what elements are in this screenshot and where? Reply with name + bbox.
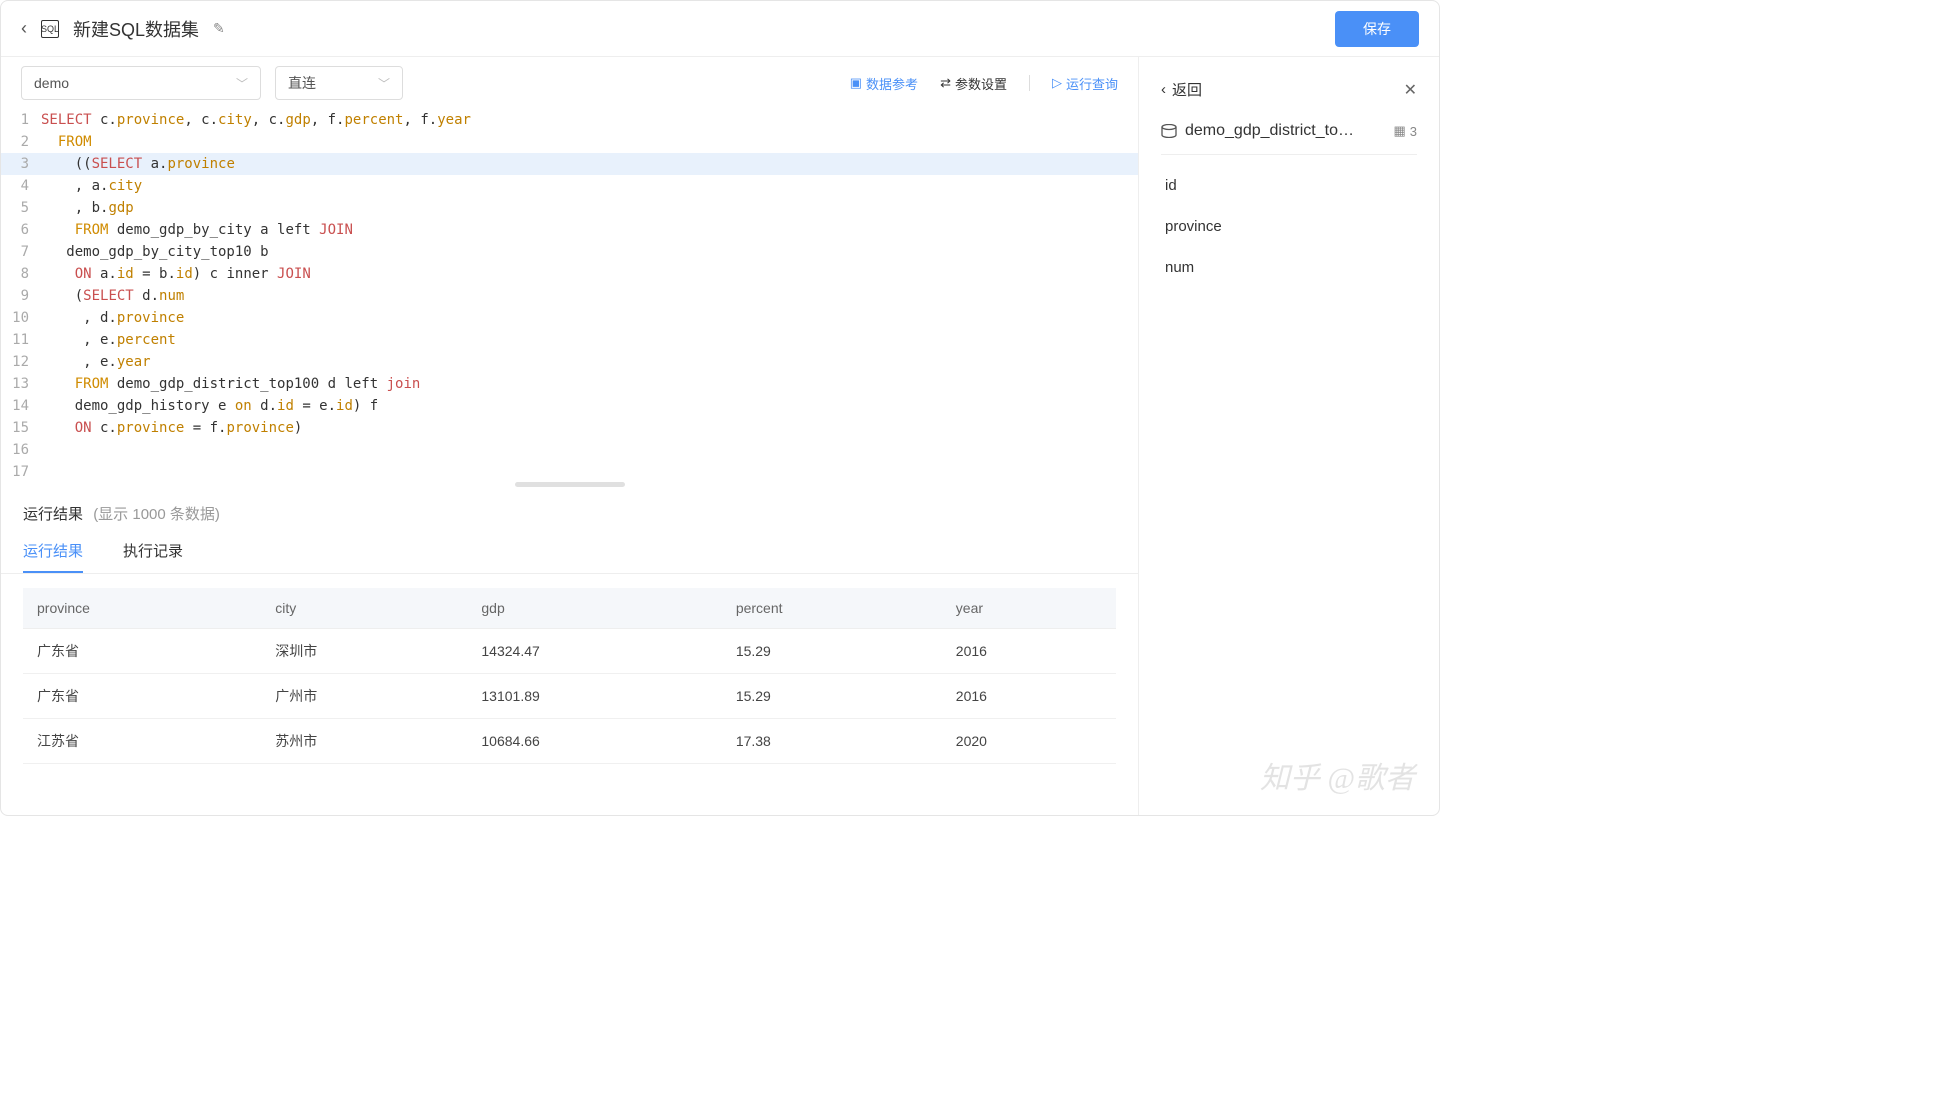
field-item[interactable]: num bbox=[1161, 247, 1417, 288]
mode-select[interactable]: 直连 ﹀ bbox=[275, 66, 403, 100]
tab-1[interactable]: 执行记录 bbox=[123, 540, 183, 573]
column-header[interactable]: city bbox=[261, 588, 467, 629]
side-table-name: demo_gdp_district_to… bbox=[1185, 122, 1354, 140]
param-settings-link[interactable]: ⇄ 参数设置 bbox=[940, 74, 1007, 93]
chevron-left-icon: ‹ bbox=[1161, 81, 1166, 98]
result-tabs: 运行结果 执行记录 bbox=[1, 530, 1138, 574]
editor-line[interactable]: 8 ON a.id = b.id) c inner JOIN bbox=[1, 263, 1138, 285]
editor-line[interactable]: 5 , b.gdp bbox=[1, 197, 1138, 219]
editor-line[interactable]: 16 bbox=[1, 439, 1138, 461]
save-button[interactable]: 保存 bbox=[1335, 11, 1419, 47]
table-row[interactable]: 广东省深圳市14324.4715.292016 bbox=[23, 629, 1116, 674]
run-query-button[interactable]: ▷ 运行查询 bbox=[1052, 74, 1118, 93]
column-header[interactable]: province bbox=[23, 588, 261, 629]
mode-value: 直连 bbox=[288, 73, 316, 93]
column-header[interactable]: year bbox=[942, 588, 1116, 629]
editor-line[interactable]: 11 , e.percent bbox=[1, 329, 1138, 351]
header: ‹ SQL 新建SQL数据集 ✎ 保存 bbox=[1, 1, 1439, 57]
side-panel: ‹ 返回 ✕ demo_gdp_district_to… ▦ 3 idprovi… bbox=[1139, 57, 1439, 815]
toolbar: demo ﹀ 直连 ﹀ ▣ 数据参考 ⇄ 参数设置 bbox=[1, 57, 1138, 109]
resize-handle[interactable] bbox=[1, 479, 1138, 489]
sliders-icon: ⇄ bbox=[940, 75, 951, 91]
editor-line[interactable]: 12 , e.year bbox=[1, 351, 1138, 373]
results-title: 运行结果 bbox=[23, 506, 83, 523]
column-header[interactable]: gdp bbox=[467, 588, 721, 629]
editor-line[interactable]: 10 , d.province bbox=[1, 307, 1138, 329]
editor-line[interactable]: 13 FROM demo_gdp_district_top100 d left … bbox=[1, 373, 1138, 395]
close-icon[interactable]: ✕ bbox=[1404, 80, 1417, 100]
datasource-value: demo bbox=[34, 75, 69, 91]
editor-line[interactable]: 17 bbox=[1, 461, 1138, 479]
results-header: 运行结果 (显示 1000 条数据) bbox=[1, 489, 1138, 530]
editor-line[interactable]: 7 demo_gdp_by_city_top10 b bbox=[1, 241, 1138, 263]
results-subtitle: (显示 1000 条数据) bbox=[93, 506, 220, 523]
side-back-button[interactable]: ‹ 返回 bbox=[1161, 79, 1202, 100]
database-icon bbox=[1161, 124, 1177, 138]
editor-line[interactable]: 15 ON c.province = f.province) bbox=[1, 417, 1138, 439]
grid-icon: ▦ bbox=[1393, 123, 1405, 139]
editor-line[interactable]: 14 demo_gdp_history e on d.id = e.id) f bbox=[1, 395, 1138, 417]
results-table: provincecitygdppercentyear 广东省深圳市14324.4… bbox=[23, 588, 1116, 764]
editor-line[interactable]: 6 FROM demo_gdp_by_city a left JOIN bbox=[1, 219, 1138, 241]
play-icon: ▷ bbox=[1052, 75, 1062, 91]
book-icon: ▣ bbox=[850, 75, 862, 91]
editor-line[interactable]: 4 , a.city bbox=[1, 175, 1138, 197]
back-icon[interactable]: ‹ bbox=[21, 18, 27, 39]
sql-editor[interactable]: 1SELECT c.province, c.city, c.gdp, f.per… bbox=[1, 109, 1138, 479]
page-title: 新建SQL数据集 bbox=[73, 16, 199, 42]
divider bbox=[1029, 75, 1030, 91]
data-reference-link[interactable]: ▣ 数据参考 bbox=[850, 74, 918, 93]
field-item[interactable]: id bbox=[1161, 165, 1417, 206]
editor-line[interactable]: 2 FROM bbox=[1, 131, 1138, 153]
field-count-badge: ▦ 3 bbox=[1393, 123, 1417, 139]
editor-line[interactable]: 1SELECT c.province, c.city, c.gdp, f.per… bbox=[1, 109, 1138, 131]
editor-line[interactable]: 9 (SELECT d.num bbox=[1, 285, 1138, 307]
edit-icon[interactable]: ✎ bbox=[213, 20, 225, 37]
tab-0[interactable]: 运行结果 bbox=[23, 540, 83, 573]
datasource-select[interactable]: demo ﹀ bbox=[21, 66, 261, 100]
table-row[interactable]: 广东省广州市13101.8915.292016 bbox=[23, 674, 1116, 719]
chevron-down-icon: ﹀ bbox=[378, 75, 390, 92]
sql-file-icon: SQL bbox=[41, 20, 59, 38]
editor-line[interactable]: 3 ((SELECT a.province bbox=[1, 153, 1138, 175]
chevron-down-icon: ﹀ bbox=[236, 75, 248, 92]
field-item[interactable]: province bbox=[1161, 206, 1417, 247]
column-header[interactable]: percent bbox=[722, 588, 942, 629]
table-row[interactable]: 江苏省苏州市10684.6617.382020 bbox=[23, 719, 1116, 764]
